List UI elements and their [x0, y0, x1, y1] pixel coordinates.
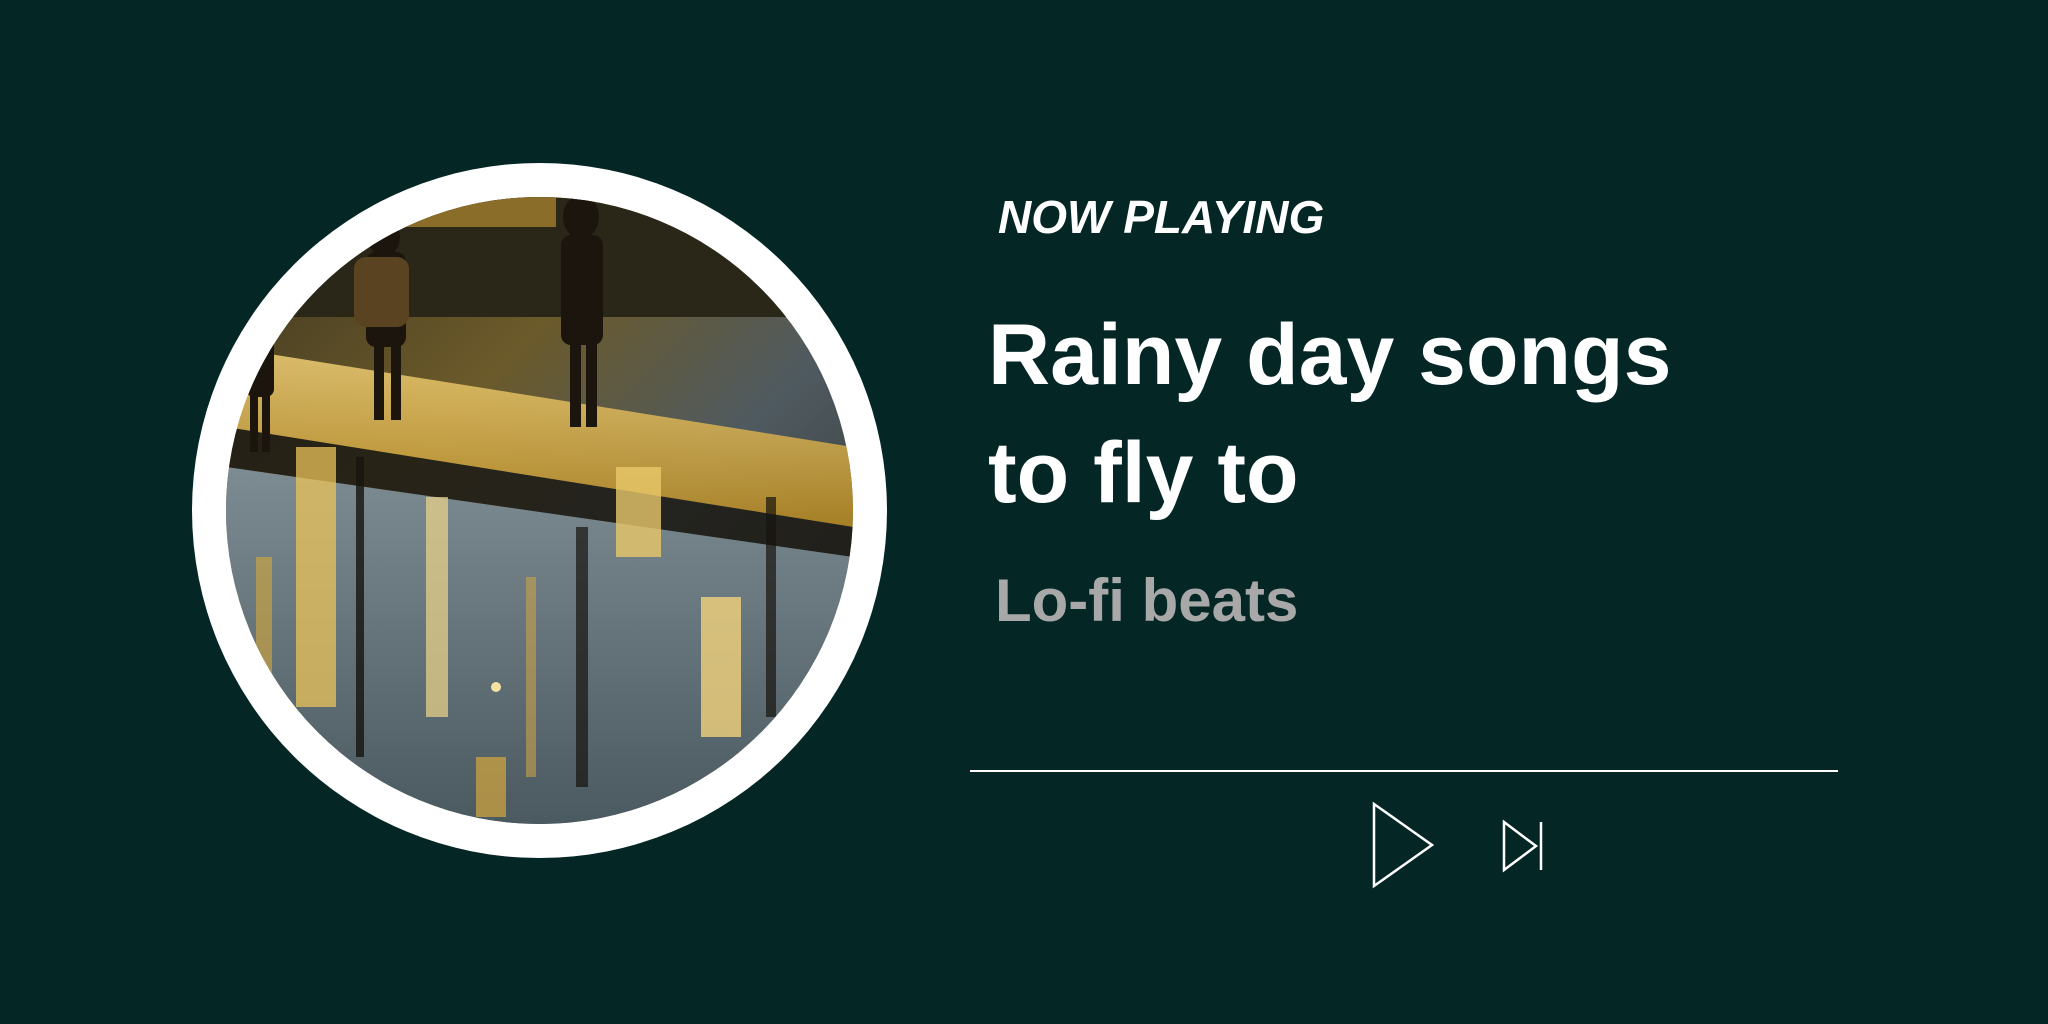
now-playing-label: NOW PLAYING	[998, 191, 1325, 243]
play-button[interactable]	[1370, 800, 1436, 890]
track-title-line-2: to fly to	[988, 425, 1299, 521]
track-title: Rainy day songs to fly to	[988, 296, 1848, 532]
artist-name: Lo-fi beats	[995, 567, 1299, 634]
now-playing-screen: NOW PLAYING Rainy day songs to fly to Lo…	[0, 0, 2048, 1024]
track-title-line-1: Rainy day songs	[988, 307, 1672, 403]
play-icon	[1370, 800, 1436, 890]
album-art-frame	[192, 163, 887, 858]
album-art-image	[226, 197, 853, 824]
progress-bar[interactable]	[970, 770, 1838, 772]
next-track-button[interactable]	[1500, 818, 1546, 874]
skip-next-icon	[1500, 818, 1546, 874]
